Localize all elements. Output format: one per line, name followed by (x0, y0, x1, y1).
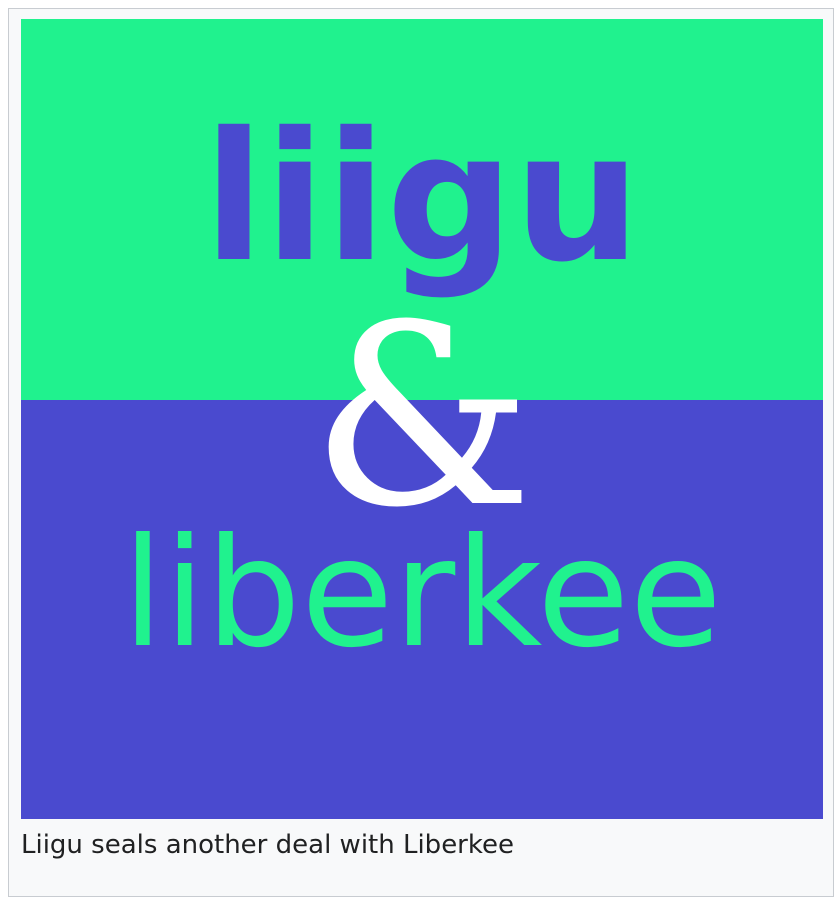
image-caption: Liigu seals another deal with Liberkee (21, 830, 514, 860)
partnership-logo-image[interactable]: liigu & liberkee (21, 19, 823, 819)
image-caption-card: liigu & liberkee Liigu seals another dea… (8, 8, 834, 897)
liigu-wordmark: liigu (203, 94, 640, 301)
logo-lettering: liigu & liberkee (122, 94, 722, 681)
liberkee-wordmark: liberkee (122, 507, 722, 681)
